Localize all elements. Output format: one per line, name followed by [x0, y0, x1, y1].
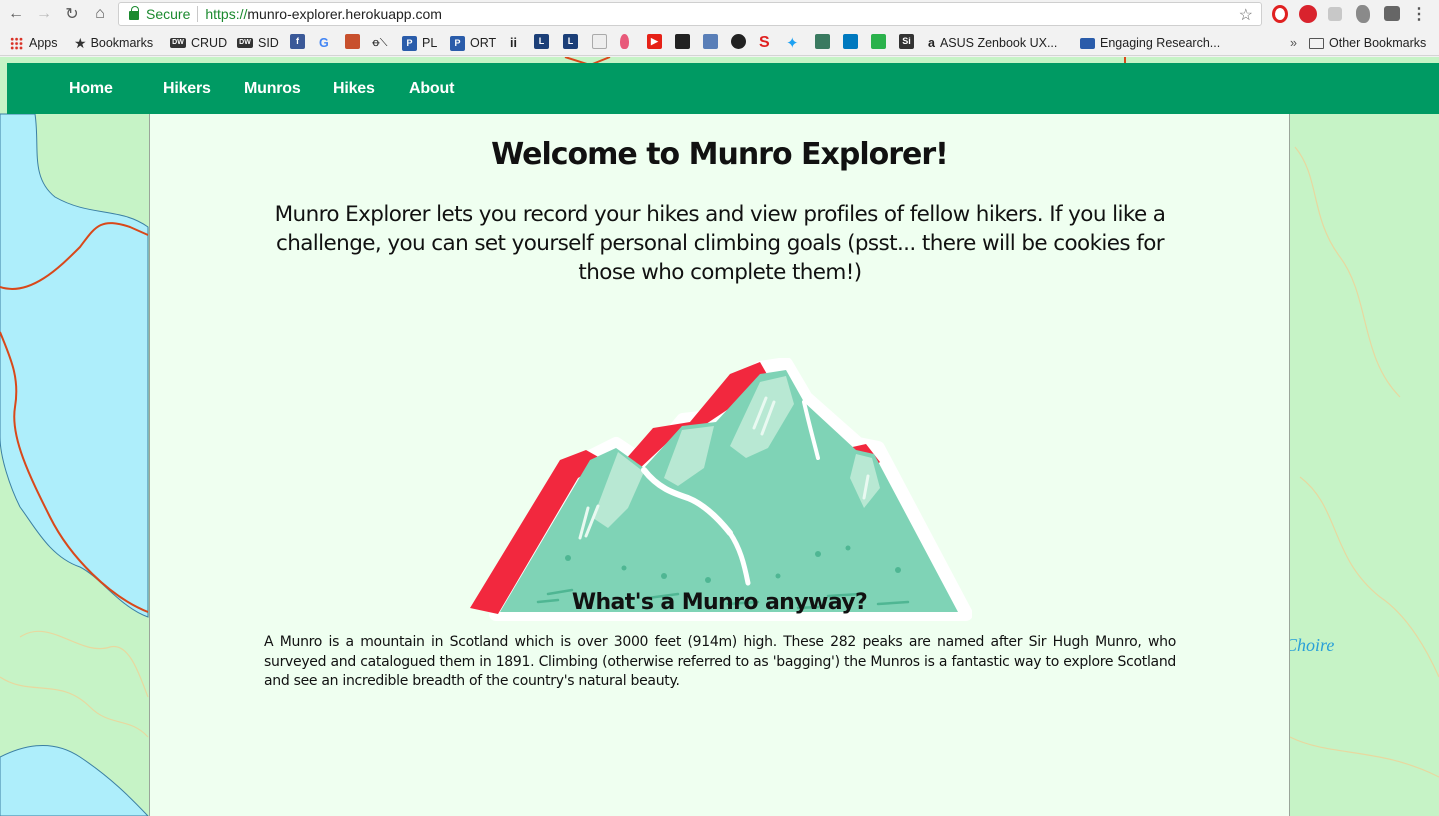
tvs-icon[interactable]: [703, 34, 718, 49]
bookmarks-bar: Apps ★ Bookmarks DW CRUD DW SID f G ꝋ⟍ P…: [0, 30, 1439, 56]
star-icon: ★: [74, 34, 87, 51]
si-icon[interactable]: Si: [899, 34, 914, 49]
l-icon[interactable]: L: [534, 34, 549, 49]
browser-menu-icon[interactable]: ⋮: [1411, 4, 1427, 24]
lock-icon: [129, 6, 139, 20]
twitter-icon[interactable]: ✦: [786, 34, 799, 52]
page-viewport: Choire Home Hikers Munros Hikes About We…: [0, 57, 1439, 816]
eye-icon[interactable]: [731, 34, 746, 49]
bookmark-star-icon[interactable]: ☆: [1239, 5, 1253, 25]
bookmark-asus[interactable]: a ASUS Zenbook UX...: [928, 34, 1057, 52]
section-heading: What's a Munro anyway?: [571, 590, 868, 615]
pwn-icon: P: [402, 35, 417, 51]
intro-text: Munro Explorer lets you record your hike…: [274, 202, 1166, 285]
shield-crest-icon[interactable]: [345, 34, 360, 49]
folder-icon: [1309, 37, 1324, 49]
cap-icon[interactable]: [815, 34, 830, 49]
address-bar[interactable]: Secure https:// munro-explorer.herokuapp…: [118, 2, 1262, 26]
flask-icon[interactable]: [620, 34, 629, 49]
extension-icon[interactable]: [1328, 7, 1342, 21]
pwn-icon: P: [450, 35, 465, 51]
map-place-label: Choire: [1285, 635, 1335, 655]
bookmark-bookmarks[interactable]: ★ Bookmarks: [74, 34, 153, 52]
people-icon[interactable]: [675, 34, 690, 49]
evernote-icon[interactable]: [1356, 5, 1370, 23]
trello-icon[interactable]: [843, 34, 858, 49]
amazon-icon: a: [928, 36, 935, 50]
back-icon[interactable]: ←: [5, 3, 27, 25]
apps-grid-icon: [10, 36, 23, 50]
bookmark-sid[interactable]: DW SID: [237, 34, 279, 52]
main-navbar: Home Hikers Munros Hikes About: [7, 63, 1439, 114]
opera-icon[interactable]: [1272, 5, 1288, 23]
nav-hikes[interactable]: Hikes: [333, 63, 375, 114]
bookmark-crud[interactable]: DW CRUD: [170, 34, 227, 52]
oxford-icon[interactable]: ꝋ⟍: [372, 34, 387, 52]
ii-icon[interactable]: ii: [510, 34, 517, 52]
bookmark-engaging[interactable]: Engaging Research...: [1080, 34, 1220, 52]
nav-hikers[interactable]: Hikers: [163, 63, 211, 114]
nav-munros[interactable]: Munros: [244, 63, 301, 114]
content-panel: Welcome to Munro Explorer! Munro Explore…: [149, 114, 1290, 816]
nav-home[interactable]: Home: [69, 63, 113, 114]
nav-about[interactable]: About: [409, 63, 454, 114]
facebook-icon[interactable]: f: [290, 34, 305, 49]
pocket-icon[interactable]: [1384, 6, 1400, 21]
bookmark-apps[interactable]: Apps: [10, 34, 58, 52]
reload-icon[interactable]: ↻: [61, 3, 83, 25]
s-icon[interactable]: S: [759, 34, 770, 52]
feedly-icon[interactable]: [871, 34, 886, 49]
secure-label: Secure: [146, 6, 191, 22]
crud-icon: DW: [170, 38, 186, 48]
munro-description: A Munro is a mountain in Scotland which …: [264, 634, 1176, 689]
bookmark-ort[interactable]: P ORT: [450, 34, 496, 52]
l2-icon[interactable]: L: [563, 34, 578, 49]
home-icon[interactable]: ⌂: [89, 3, 111, 25]
forward-icon[interactable]: →: [33, 3, 55, 25]
book-icon: [1080, 37, 1095, 49]
bookmarks-overflow[interactable]: »: [1290, 34, 1297, 52]
chart-icon[interactable]: [592, 34, 607, 49]
bookmark-pl[interactable]: P PL: [402, 34, 437, 52]
adblock-icon[interactable]: [1299, 5, 1317, 23]
other-bookmarks[interactable]: Other Bookmarks: [1309, 34, 1426, 52]
browser-toolbar: ← → ↻ ⌂ Secure https:// munro-explorer.h…: [0, 0, 1439, 30]
page-title: Welcome to Munro Explorer!: [491, 137, 949, 172]
google-icon[interactable]: G: [319, 34, 329, 52]
url-protocol: https://: [205, 6, 248, 22]
sid-icon: DW: [237, 38, 253, 48]
url-host: munro-explorer.herokuapp.com: [247, 6, 442, 22]
youtube-icon[interactable]: ▶: [647, 34, 662, 49]
